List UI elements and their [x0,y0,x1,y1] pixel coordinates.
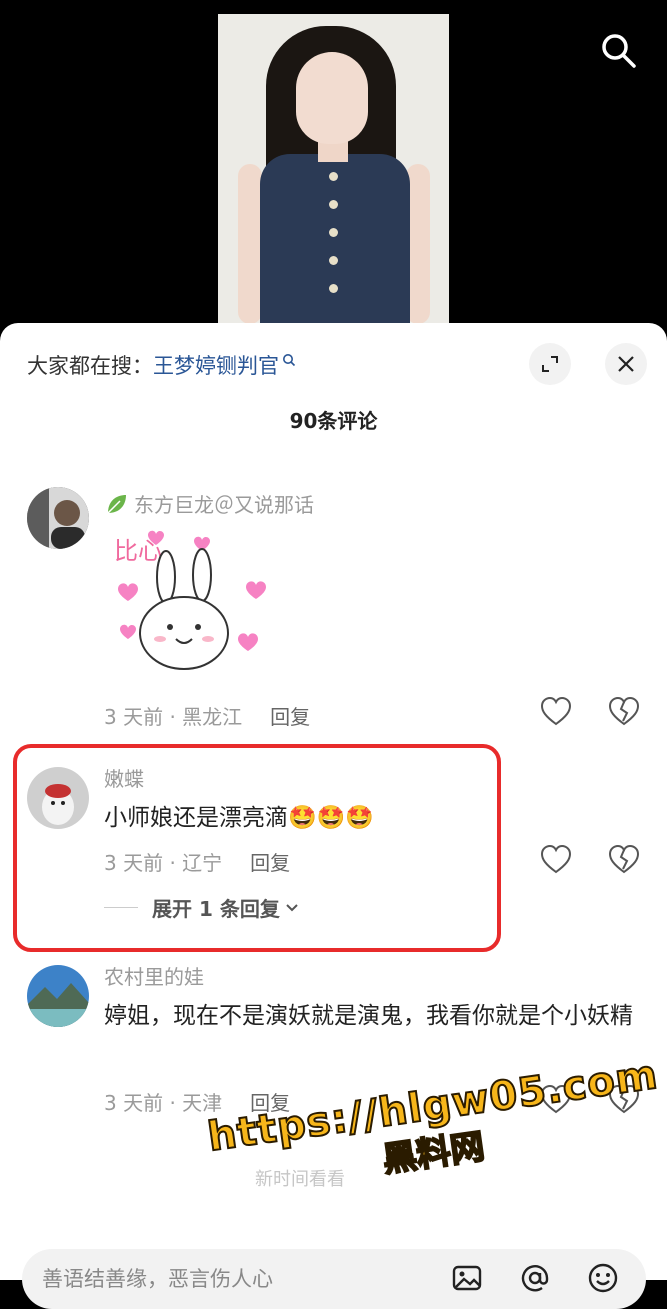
expand-sheet-button[interactable] [529,343,571,385]
image-icon[interactable] [450,1261,484,1295]
emoji-icon[interactable] [586,1261,620,1295]
comment-username[interactable]: 东方巨龙＠又说那话 [134,489,314,518]
comment-count: 90条评论 [289,409,378,433]
leaf-badge-icon [107,495,126,514]
comment-text: 婷姐，现在不是演妖就是演鬼，我看你就是个小妖精 [104,1003,633,1029]
mention-icon[interactable] [518,1261,552,1295]
comment-username[interactable]: 农村里的娃 [104,961,204,990]
comment-time-location: 3 天前 · 黑龙江 [104,705,243,729]
bunny-heart-sticker: 比心 [114,530,266,670]
dislike-icon[interactable] [607,843,641,877]
expand-icon [542,356,558,372]
dislike-icon[interactable] [607,695,641,729]
comment-input[interactable]: 善语结善缘，恶言伤人心 [42,1263,273,1293]
reply-button[interactable]: 回复 [270,705,310,729]
like-icon[interactable] [539,695,573,729]
video-frame [218,14,449,334]
search-icon[interactable] [598,30,638,70]
comment-meta: 3 天前 · 黑龙江 回复 [104,701,310,730]
hot-search-prefix: 大家都在搜： [27,354,153,378]
hot-search-link[interactable]: 王梦婷铡判官 [153,350,279,380]
close-icon [618,356,634,372]
avatar[interactable] [27,965,89,1027]
highlight-frame [13,744,501,952]
like-icon[interactable] [539,843,573,877]
avatar[interactable] [27,487,89,549]
comment-input-bar[interactable]: 善语结善缘，恶言伤人心 [22,1249,646,1309]
hot-search-bar[interactable]: 大家都在搜： 王梦婷铡判官 [27,345,296,385]
search-small-icon [283,354,296,367]
comment-time-location: 3 天前 · 天津 [104,1091,223,1115]
video-player[interactable] [0,0,667,340]
close-sheet-button[interactable] [605,343,647,385]
